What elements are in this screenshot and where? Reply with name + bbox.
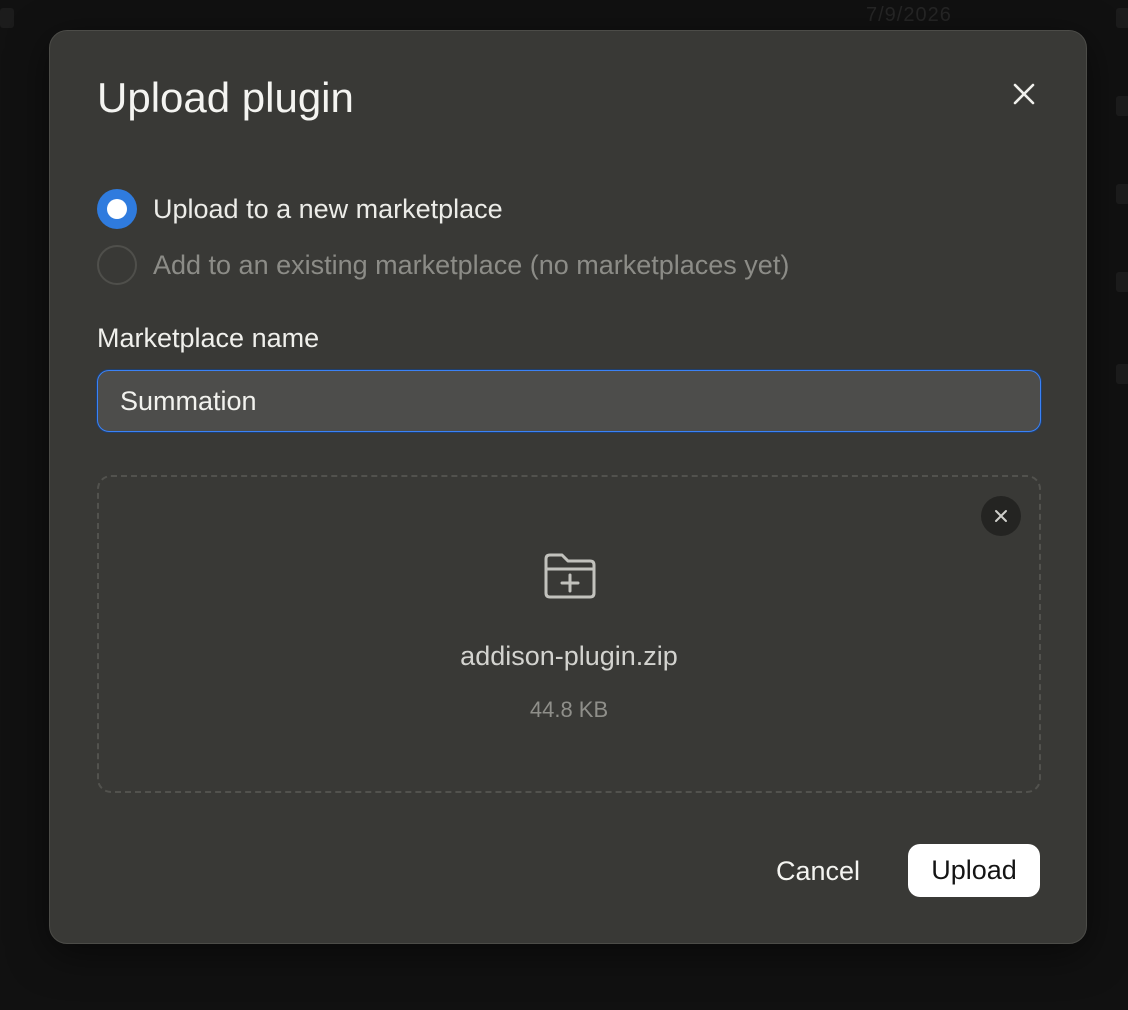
file-size: 44.8 KB — [529, 697, 609, 722]
background-date: 7/9/2026 — [866, 4, 952, 26]
radio-button-unchecked — [97, 245, 137, 285]
background-mark — [1116, 364, 1128, 384]
background-mark — [0, 8, 14, 28]
close-button[interactable] — [1005, 75, 1043, 113]
upload-button[interactable]: Upload — [908, 844, 1040, 897]
radio-button-checked[interactable] — [97, 189, 137, 229]
radio-option-new-marketplace[interactable]: Upload to a new marketplace — [97, 189, 503, 229]
marketplace-name-label: Marketplace name — [97, 323, 320, 353]
file-dropzone[interactable]: addison-plugin.zip 44.8 KB — [97, 475, 1041, 793]
background-mark — [1116, 184, 1128, 204]
remove-file-button[interactable] — [981, 496, 1021, 536]
close-icon — [995, 510, 1007, 522]
background-mark — [1116, 96, 1128, 116]
radio-option-existing-marketplace: Add to an existing marketplace (no marke… — [97, 245, 789, 285]
close-icon — [1013, 83, 1035, 105]
radio-label: Add to an existing marketplace (no marke… — [153, 249, 790, 280]
marketplace-name-input[interactable] — [97, 370, 1041, 432]
cancel-button[interactable]: Cancel — [760, 845, 876, 897]
radio-label: Upload to a new marketplace — [153, 193, 503, 224]
file-name: addison-plugin.zip — [460, 641, 678, 671]
background-mark — [1116, 8, 1128, 28]
dialog-title: Upload plugin — [97, 74, 354, 121]
upload-plugin-dialog: Upload plugin Upload to a new marketplac… — [49, 30, 1087, 944]
folder-plus-icon — [544, 553, 596, 599]
background-mark — [1116, 272, 1128, 292]
